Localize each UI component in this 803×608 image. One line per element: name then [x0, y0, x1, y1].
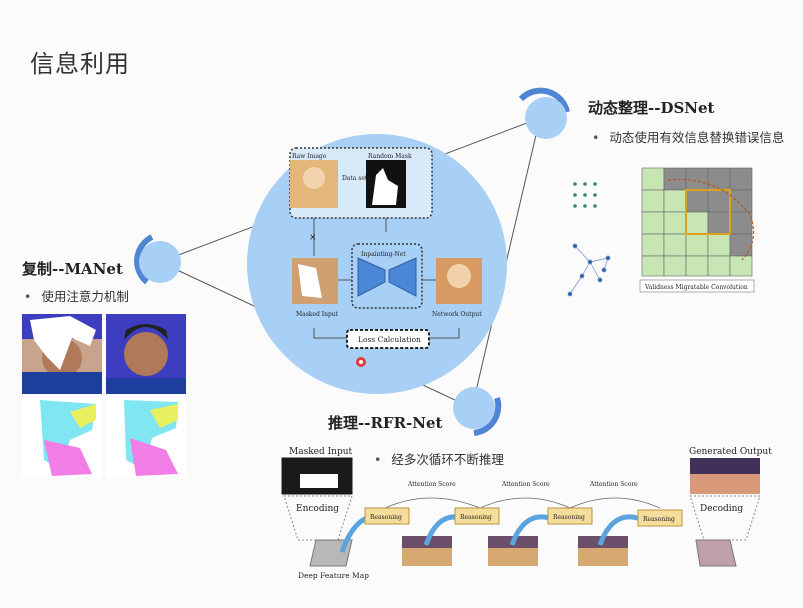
encoding-label: Encoding: [296, 504, 339, 514]
dsnet-title: 动态整理--DSNet: [588, 99, 715, 117]
rfrnet-figure: [281, 457, 761, 567]
reasoning-label-4: Reasoning: [643, 516, 675, 523]
dsnet-caption: Validness Migratable Convolution: [644, 284, 748, 291]
deep-feature-map-label: Deep Feature Map: [298, 571, 369, 580]
random-mask-label: Random Mask: [368, 153, 412, 160]
rfrnet-bullet: 经多次循环不断推理: [374, 449, 504, 468]
rfr-masked-input-label: Masked Input: [289, 447, 353, 457]
masked-input-label: Masked Input: [296, 311, 339, 318]
attention-score-label-2: Attention Score: [501, 481, 550, 488]
manet-bullet: 使用注意力机制: [24, 286, 129, 305]
decoding-label: Decoding: [700, 504, 743, 514]
network-output-label: Network Output: [432, 311, 482, 318]
inpainting-net-label: Inpainting-Net: [361, 251, 406, 258]
attention-score-label-1: Attention Score: [407, 481, 456, 488]
rfrnet-node: [453, 387, 502, 436]
slide-title: 信息利用: [30, 50, 130, 78]
rfrnet-title: 推理--RFR-Net: [328, 414, 443, 432]
dsnet-figure: [567, 167, 755, 297]
manet-figure: [22, 314, 186, 478]
svg-text:×: ×: [309, 233, 317, 243]
reasoning-label-1: Reasoning: [370, 514, 402, 521]
dsnet-bullet: 动态使用有效信息替换错误信息: [592, 127, 784, 146]
reasoning-label-3: Reasoning: [553, 514, 585, 521]
manet-title: 复制--MANet: [22, 260, 123, 278]
dsnet-node: [518, 87, 570, 139]
data-sets-label: Data sets: [342, 175, 370, 182]
manet-node: [134, 234, 181, 285]
reasoning-label-2: Reasoning: [460, 514, 492, 521]
raw-image-label: Raw Image: [292, 153, 327, 160]
loss-calculation-label: Loss Calculation: [358, 335, 421, 344]
attention-score-label-3: Attention Score: [589, 481, 638, 488]
rfr-generated-output-label: Generated Output: [689, 447, 772, 457]
